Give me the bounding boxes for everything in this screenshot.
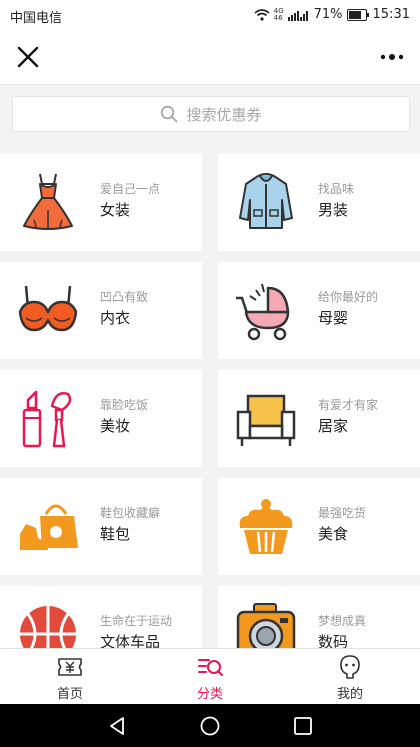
back-icon[interactable] [106, 715, 128, 737]
tab-category[interactable]: 分类 [140, 649, 280, 705]
more-icon[interactable] [378, 43, 408, 71]
stroller-icon [236, 283, 290, 341]
category-card-men[interactable]: 找品味 男装 [218, 154, 420, 251]
tab-label: 首页 [56, 687, 83, 702]
tab-home[interactable]: 首页 [0, 649, 140, 705]
search-placeholder: 搜索优惠券 [186, 105, 262, 124]
category-subtitle: 梦想成真 [318, 614, 367, 628]
status-bar: 中国电信 4G 46 71% 15:31 [0, 0, 420, 30]
signal-label-bottom: 46 [273, 13, 283, 22]
dress-icon [23, 173, 73, 230]
category-title: 女装 [100, 201, 131, 219]
category-subtitle: 凹凸有致 [100, 290, 149, 304]
search-icon [161, 105, 178, 123]
category-card-makeup[interactable]: 靠脸吃饭 美妆 [0, 370, 202, 467]
signal-icon [287, 10, 308, 21]
wifi-icon [254, 8, 270, 21]
battery-percent: 71% [313, 7, 343, 22]
category-title: 鞋包 [100, 525, 131, 543]
category-subtitle: 生命在于运动 [100, 614, 173, 628]
cupcake-icon [239, 499, 293, 554]
category-card-food[interactable]: 最强吃货 美食 [218, 478, 420, 575]
category-card-women[interactable]: 爱自己一点 女装 [0, 154, 202, 251]
category-subtitle: 爱自己一点 [100, 182, 161, 196]
search-input[interactable]: 搜索优惠券 [12, 96, 410, 132]
category-title: 内衣 [100, 309, 131, 327]
category-title: 美食 [318, 525, 349, 543]
jacket-icon [239, 173, 293, 229]
armchair-icon [236, 394, 296, 446]
ticket-icon [58, 658, 82, 676]
category-card-underwear[interactable]: 凹凸有致 内衣 [0, 262, 202, 359]
category-title: 数码 [318, 633, 349, 648]
tab-mine[interactable]: 我的 [280, 649, 420, 705]
category-title: 美妆 [100, 417, 131, 435]
bra-icon [18, 285, 78, 332]
shoe-bag-icon [20, 504, 78, 550]
category-card-home[interactable]: 有爱才有家 居家 [218, 370, 420, 467]
bottom-tab-bar: 首页 分类 我的 [0, 648, 420, 705]
camera-icon [236, 603, 296, 648]
category-search-icon [198, 659, 223, 676]
category-subtitle: 鞋包收藏癖 [100, 506, 161, 520]
category-grid: 爱自己一点 女装 找品味 男装 凹凸有致 内衣 给你最好的 母婴 靠脸吃饭 美妆… [0, 154, 420, 648]
category-card-digital[interactable]: 梦想成真 数码 [218, 586, 420, 648]
category-subtitle: 有爱才有家 [318, 398, 379, 412]
profile-icon [340, 655, 360, 679]
battery-icon [346, 8, 369, 21]
search-area: 搜索优惠券 [0, 85, 420, 142]
top-navbar [0, 30, 420, 85]
category-card-baby[interactable]: 给你最好的 母婴 [218, 262, 420, 359]
clock: 15:31 [372, 7, 410, 22]
tab-label: 分类 [196, 687, 223, 702]
close-icon[interactable] [14, 43, 42, 71]
category-card-shoes-bags[interactable]: 鞋包收藏癖 鞋包 [0, 478, 202, 575]
category-card-sports[interactable]: 生命在于运动 文体车品 [0, 586, 202, 648]
makeup-icon [22, 390, 72, 448]
category-subtitle: 最强吃货 [318, 506, 367, 520]
category-subtitle: 靠脸吃饭 [100, 398, 149, 412]
carrier-label: 中国电信 [10, 11, 63, 26]
category-title: 文体车品 [100, 633, 161, 648]
system-nav-bar [0, 704, 420, 747]
category-title: 母婴 [318, 309, 349, 327]
tab-label: 我的 [336, 687, 363, 702]
category-subtitle: 找品味 [318, 182, 355, 196]
category-title: 居家 [318, 417, 349, 435]
basketball-icon [20, 606, 76, 648]
home-circle-icon[interactable] [199, 715, 221, 737]
category-subtitle: 给你最好的 [318, 290, 379, 304]
recents-icon[interactable] [292, 715, 314, 737]
category-title: 男装 [318, 201, 349, 219]
